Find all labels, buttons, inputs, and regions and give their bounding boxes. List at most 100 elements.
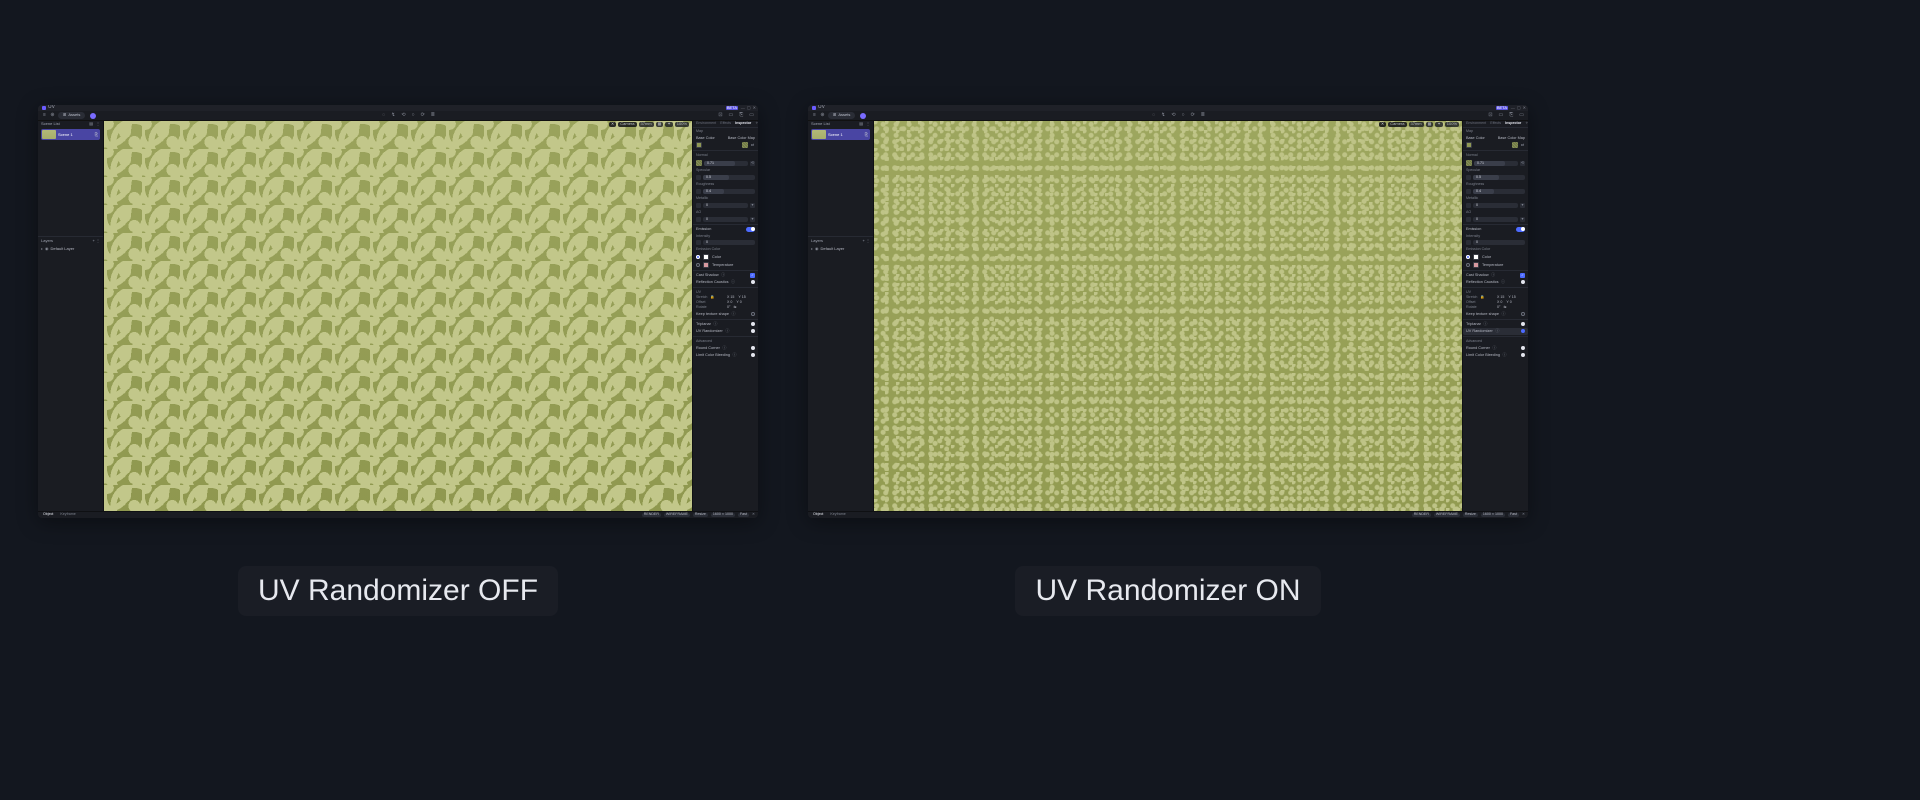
undo-icon[interactable]: ⟲ — [401, 113, 405, 119]
scene-list-grid-icon[interactable]: ▤ — [859, 122, 863, 126]
ao-slider[interactable]: 0 — [1473, 217, 1518, 222]
light-icon[interactable]: ◌ — [1152, 113, 1155, 119]
info-icon[interactable]: ⓘ — [725, 329, 730, 334]
info-icon[interactable]: ⓘ — [721, 273, 726, 278]
maximize-button[interactable]: ▢ — [1517, 106, 1521, 110]
emission-toggle[interactable] — [1516, 227, 1525, 232]
uv-randomizer-bullet-active[interactable] — [1521, 329, 1525, 333]
specular-slider[interactable]: 0.5 — [1473, 175, 1525, 180]
list-icon[interactable]: ≣ — [1201, 113, 1205, 119]
fov-chip[interactable]: 37mm — [639, 122, 654, 126]
assets-button[interactable]: ⊞ Assets — [58, 112, 85, 118]
new-doc-icon[interactable]: ⊕ — [820, 113, 825, 118]
scene-list-more-icon[interactable]: ⋮ — [866, 122, 870, 126]
normal-reset-icon[interactable]: ⟲ — [750, 161, 755, 166]
info-icon[interactable]: ⓘ — [1491, 273, 1496, 278]
info-icon[interactable]: ⓘ — [1501, 312, 1506, 317]
visibility-icon[interactable]: ◉ — [45, 247, 49, 251]
reflection-caustics-bullet[interactable] — [751, 280, 755, 284]
tab-effects[interactable]: Effects — [720, 122, 731, 126]
panel4-icon[interactable]: ▭ — [749, 113, 754, 119]
triplanar-bullet[interactable] — [1521, 322, 1525, 326]
info-icon[interactable]: ⓘ — [731, 280, 736, 285]
info-icon[interactable]: ⓘ — [1501, 280, 1506, 285]
offset-y[interactable]: Y 0 — [1506, 301, 1511, 305]
offset-y[interactable]: Y 0 — [736, 301, 741, 305]
color-map-thumb[interactable] — [1512, 142, 1518, 148]
info-icon[interactable]: ⓘ — [722, 346, 727, 351]
redo-icon[interactable]: ⟳ — [421, 113, 425, 119]
tab-environment[interactable]: Environment — [1466, 122, 1486, 126]
roughness-slider[interactable]: 0.4 — [1473, 189, 1525, 194]
emission-color-radio-temp[interactable] — [1466, 263, 1470, 267]
redo-icon[interactable]: ⟳ — [1191, 113, 1195, 119]
intensity-map-icon[interactable] — [1466, 240, 1471, 245]
cast-shadow-checkbox[interactable]: ✓ — [1520, 273, 1525, 278]
camera-chip[interactable]: Camera — [618, 122, 636, 126]
statusbar-close-icon[interactable]: ✕ — [752, 513, 755, 517]
wand-icon[interactable]: ✧ — [755, 122, 758, 126]
emission-color-radio-color[interactable] — [696, 255, 700, 259]
intensity-map-icon[interactable] — [696, 240, 701, 245]
lock-icon[interactable]: 🔒 — [710, 296, 714, 300]
metallic-extra-icon[interactable]: ▾ — [1520, 203, 1525, 208]
normal-slider[interactable]: 0.71 — [1474, 161, 1518, 166]
zoom-chip[interactable]: 100% — [675, 122, 689, 126]
render-pill[interactable]: RENDER — [642, 513, 661, 517]
resize-pill[interactable]: Resize — [1463, 513, 1478, 517]
ao-map-icon[interactable] — [1466, 217, 1471, 222]
emission-toggle[interactable] — [746, 227, 755, 232]
normal-reset-icon[interactable]: ⟲ — [1520, 161, 1525, 166]
tab-inspector[interactable]: Inspector — [1505, 122, 1521, 126]
list-icon[interactable]: ≣ — [431, 113, 435, 119]
avatar[interactable] — [90, 113, 96, 119]
ratio-pill[interactable]: 1600 × 1000 — [1481, 513, 1505, 517]
ao-extra-icon[interactable]: ▾ — [1520, 217, 1525, 222]
menu-icon[interactable]: ≡ — [812, 113, 817, 118]
link-icon[interactable]: ⇄ — [1520, 143, 1525, 148]
uv-randomizer-bullet[interactable] — [751, 329, 755, 333]
roughness-map-icon[interactable] — [696, 189, 701, 194]
normal-map-thumb[interactable] — [696, 160, 702, 166]
tab-environment[interactable]: Environment — [696, 122, 716, 126]
bolt-icon[interactable]: ↯ — [1161, 113, 1165, 119]
round-corner-bullet[interactable] — [751, 346, 755, 350]
info-icon[interactable]: ⓘ — [731, 312, 736, 317]
avatar[interactable] — [860, 113, 866, 119]
chevron-right-icon[interactable]: ▸ — [41, 247, 43, 251]
specular-map-icon[interactable] — [1466, 175, 1471, 180]
wireframe-pill[interactable]: WIREFRAME — [664, 513, 690, 517]
viewport[interactable]: ✕ Camera 37mm ▦ ✦ 100% — [874, 121, 1462, 511]
info-icon[interactable]: ⓘ — [1502, 353, 1507, 358]
cast-shadow-checkbox[interactable]: ✓ — [750, 273, 755, 278]
layer-item[interactable]: ▸ ◉ Default Layer — [811, 247, 870, 251]
roughness-map-icon[interactable] — [1466, 189, 1471, 194]
zoom-chip[interactable]: 100% — [1445, 122, 1459, 126]
scene-list-more-icon[interactable]: ⋮ — [96, 122, 100, 126]
statusbar-tab-object[interactable]: Object — [41, 513, 55, 517]
tab-inspector[interactable]: Inspector — [735, 122, 751, 126]
metallic-extra-icon[interactable]: ▾ — [750, 203, 755, 208]
statusbar-tab-keyframe[interactable]: Keyframe — [828, 513, 847, 517]
visibility-icon[interactable]: ◉ — [815, 247, 819, 251]
add-layer-icon[interactable]: + — [93, 238, 95, 243]
menu-icon[interactable]: ≡ — [42, 113, 47, 118]
statusbar-tab-object[interactable]: Object — [811, 513, 825, 517]
emission-temp-swatch[interactable] — [703, 262, 709, 268]
viewport-close-icon[interactable]: ✕ — [609, 122, 616, 126]
panel1-icon[interactable]: ⊡ — [718, 113, 722, 119]
reflection-caustics-bullet[interactable] — [1521, 280, 1525, 284]
base-color-swatch[interactable] — [1466, 142, 1472, 148]
maximize-button[interactable]: ▢ — [747, 106, 751, 110]
info-icon[interactable]: ⓘ — [732, 353, 737, 358]
emission-color-radio-color[interactable] — [1466, 255, 1470, 259]
emission-color-radio-temp[interactable] — [696, 263, 700, 267]
info-icon[interactable]: ⓘ — [1495, 329, 1500, 334]
normal-slider[interactable]: 0.71 — [704, 161, 748, 166]
ao-slider[interactable]: 0 — [703, 217, 748, 222]
circle-icon[interactable]: ○ — [1182, 113, 1185, 119]
undo-icon[interactable]: ⟲ — [1171, 113, 1175, 119]
add-layer-icon[interactable]: + — [863, 238, 865, 243]
ao-extra-icon[interactable]: ▾ — [750, 217, 755, 222]
minimize-button[interactable]: — — [1511, 106, 1515, 110]
